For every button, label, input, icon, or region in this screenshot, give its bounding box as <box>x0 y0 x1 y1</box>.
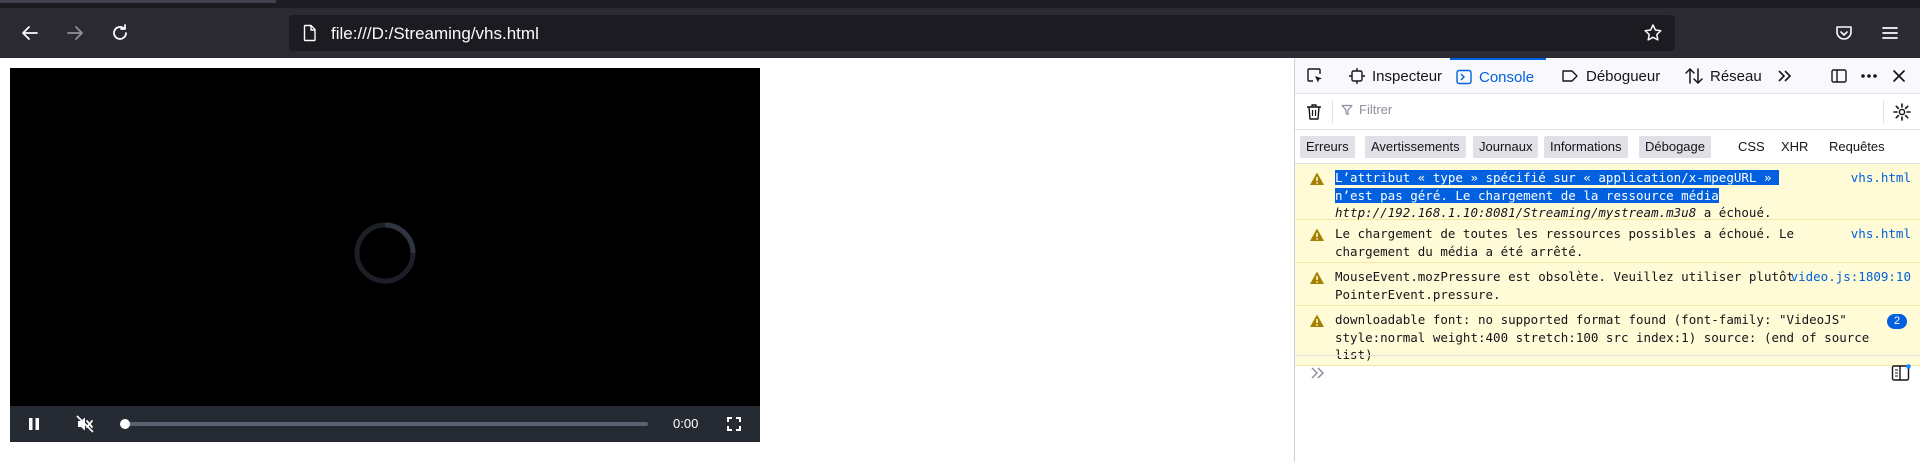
close-devtools-button[interactable] <box>1889 66 1909 86</box>
pocket-icon <box>1836 26 1852 40</box>
tab-debugger-label: Débogueur <box>1586 67 1661 85</box>
fullscreen-button[interactable] <box>722 412 746 436</box>
mute-icon <box>76 415 94 433</box>
dock-side-icon <box>1831 69 1847 83</box>
filter-logs[interactable]: Journaux <box>1473 136 1539 158</box>
page-icon <box>303 24 316 42</box>
filter-css[interactable]: CSS <box>1732 136 1771 158</box>
fullscreen-icon <box>727 417 741 431</box>
pocket-button[interactable] <box>1828 17 1860 49</box>
tab-debugger[interactable]: Débogueur <box>1561 58 1660 94</box>
warning-icon <box>1310 228 1324 241</box>
loading-spinner <box>354 222 416 284</box>
tab-strip <box>0 0 1920 8</box>
address-bar[interactable]: file:///D:/Streaming/vhs.html <box>289 15 1675 51</box>
back-button[interactable] <box>14 17 46 49</box>
filter-requests[interactable]: Requêtes <box>1823 136 1891 158</box>
control-bar: 0:00 <box>10 406 760 442</box>
console-message[interactable]: L’attribut « type » spécifié sur « appli… <box>1295 164 1920 220</box>
console-icon <box>1456 69 1472 85</box>
forward-icon <box>67 26 83 40</box>
seek-bar[interactable] <box>120 419 648 429</box>
reload-icon <box>113 24 127 40</box>
devtools-panel: Inspecteur Console Débogueur Réseau Filt… <box>1294 58 1920 462</box>
editor-mode-icon[interactable] <box>1891 364 1911 382</box>
url-text[interactable]: file:///D:/Streaming/vhs.html <box>331 24 539 44</box>
console-message[interactable]: Le chargement de toutes les ressources p… <box>1295 220 1920 263</box>
menu-icon <box>1882 27 1898 39</box>
filter-icon <box>1341 104 1353 115</box>
filter-debug[interactable]: Débogage <box>1639 136 1711 158</box>
filter-errors[interactable]: Erreurs <box>1300 136 1355 158</box>
message-source-link[interactable]: video.js:1809:10 <box>1791 268 1911 286</box>
tab-inspector-label: Inspecteur <box>1372 67 1443 85</box>
element-picker-button[interactable] <box>1305 66 1325 86</box>
message-source-link[interactable]: vhs.html <box>1851 169 1911 187</box>
star-icon[interactable] <box>1643 23 1663 43</box>
divider <box>1883 100 1884 124</box>
mute-button[interactable] <box>73 412 97 436</box>
menu-button[interactable] <box>1874 17 1906 49</box>
warning-icon <box>1310 314 1324 327</box>
video-player[interactable]: 0:00 <box>10 68 760 442</box>
console-settings-button[interactable] <box>1892 102 1912 122</box>
tab-inspector[interactable]: Inspecteur <box>1349 58 1442 94</box>
gear-icon <box>1893 103 1911 121</box>
console-message[interactable]: MouseEvent.mozPressure est obsolète. Veu… <box>1295 263 1920 306</box>
warning-icon <box>1310 172 1324 185</box>
selected-text: L’attribut « type » spécifié sur « appli… <box>1335 170 1780 203</box>
tab-console[interactable]: Console <box>1450 58 1547 94</box>
message-source-link[interactable]: vhs.html <box>1851 225 1911 243</box>
back-icon <box>22 26 38 40</box>
message-text: MouseEvent.mozPressure est obsolète. Veu… <box>1335 269 1802 302</box>
double-chevron-icon <box>1778 70 1792 82</box>
tab-network-label: Réseau <box>1710 67 1762 85</box>
more-options-icon <box>1861 74 1877 78</box>
network-icon <box>1685 68 1703 84</box>
element-picker-icon <box>1307 68 1322 83</box>
resource-url[interactable]: http://192.168.1.10:8081/Streaming/mystr… <box>1335 205 1696 220</box>
current-time: 0:00 <box>673 416 699 431</box>
warning-icon <box>1310 271 1324 284</box>
console-input[interactable] <box>1295 355 1920 389</box>
message-text: L’attribut « type » spécifié sur « appli… <box>1335 169 1815 222</box>
message-text: Le chargement de toutes les ressources p… <box>1335 226 1802 259</box>
clear-console-button[interactable] <box>1304 102 1324 122</box>
filter-info[interactable]: Informations <box>1544 136 1628 158</box>
devtools-toolbar: Inspecteur Console Débogueur Réseau <box>1295 58 1920 94</box>
prompt-chevron-icon <box>1311 367 1325 379</box>
close-icon <box>1893 70 1905 82</box>
filter-warnings[interactable]: Avertissements <box>1365 136 1466 158</box>
forward-button[interactable] <box>59 17 91 49</box>
log-level-filters: Erreurs Avertissements Journaux Informat… <box>1295 130 1920 164</box>
filter-xhr[interactable]: XHR <box>1775 136 1814 158</box>
repeat-count-badge: 2 <box>1887 314 1907 329</box>
options-button[interactable] <box>1859 66 1879 86</box>
console-filter-bar: Filtrer <box>1295 94 1920 130</box>
tab-console-label: Console <box>1479 68 1535 86</box>
tab-network[interactable]: Réseau <box>1685 58 1762 94</box>
page-content: 0:00 <box>0 58 1294 462</box>
seek-handle[interactable] <box>120 419 130 429</box>
active-tab[interactable] <box>0 0 276 3</box>
debugger-icon <box>1562 70 1578 82</box>
pause-icon <box>29 418 39 430</box>
divider <box>1332 100 1333 124</box>
navigation-toolbar: file:///D:/Streaming/vhs.html <box>0 8 1920 58</box>
pause-button[interactable] <box>22 412 46 436</box>
trash-icon <box>1307 104 1321 120</box>
inspector-icon <box>1349 68 1365 84</box>
filter-placeholder: Filtrer <box>1359 102 1393 117</box>
dock-toggle-button[interactable] <box>1829 66 1849 86</box>
more-tools-button[interactable] <box>1775 66 1795 86</box>
reload-button[interactable] <box>104 17 136 49</box>
message-tail: a échoué. <box>1696 205 1772 220</box>
filter-input[interactable]: Filtrer <box>1341 102 1392 117</box>
